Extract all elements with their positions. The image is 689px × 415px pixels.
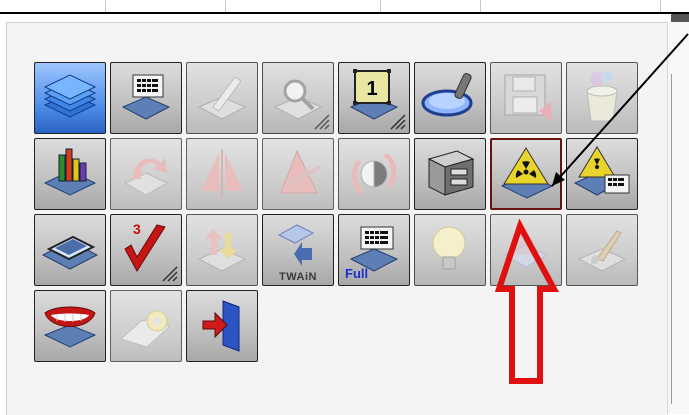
zoom-page-icon	[273, 79, 330, 130]
recycle-bin-icon	[586, 71, 618, 122]
top-bar-segment	[105, 0, 226, 12]
tool-settings-gear[interactable]	[110, 290, 182, 362]
tool-mirror[interactable]	[186, 138, 258, 210]
pencil-edit-icon	[197, 76, 247, 120]
tool-scanner-drawer[interactable]	[414, 138, 486, 210]
tool-film[interactable]	[34, 214, 106, 286]
top-bar-segment	[225, 0, 381, 12]
rotate-icon	[123, 157, 169, 196]
save-disk-icon	[504, 74, 551, 121]
ruler-triangle-icon	[280, 149, 322, 194]
tool-flip-rotate[interactable]	[338, 138, 410, 210]
radiation-page-icon	[500, 147, 554, 199]
tool-exit-door[interactable]	[186, 290, 258, 362]
tool-swap-arrows[interactable]	[186, 214, 258, 286]
tool-radiation-page[interactable]	[490, 138, 562, 210]
page-number-label: 1	[366, 78, 377, 100]
tool-save-disk[interactable]	[490, 62, 562, 134]
tool-recycle-bin[interactable]	[566, 62, 638, 134]
tool-pencil-edit[interactable]	[186, 62, 258, 134]
smile-mouth-icon	[43, 306, 97, 348]
flip-rotate-icon	[351, 152, 397, 196]
exit-door-icon	[202, 300, 240, 352]
brush-icon	[577, 230, 627, 272]
tool-grid: 1 3 TWAiN Full	[32, 60, 646, 366]
film-icon	[41, 235, 99, 270]
checkmark-three-icon	[124, 224, 178, 282]
mirror-icon	[201, 149, 243, 197]
stack-pages-icon	[43, 74, 97, 118]
side-panel-divider	[671, 74, 689, 404]
top-bar-segment	[380, 0, 481, 12]
top-bar-segment	[480, 0, 661, 12]
tool-zoom-page[interactable]	[262, 62, 334, 134]
tool-magnifier[interactable]	[414, 62, 486, 134]
chart-icon	[43, 148, 97, 196]
tool-ruler-triangle[interactable]	[262, 138, 334, 210]
settings-gear-icon	[120, 310, 170, 348]
tool-twain-source[interactable]: TWAiN	[262, 214, 334, 286]
tool-page-number[interactable]: 1	[338, 62, 410, 134]
blank-page-icon	[503, 225, 549, 268]
lightbulb-icon	[432, 226, 466, 270]
twain-label: TWAiN	[279, 271, 317, 283]
tool-stack-pages[interactable]	[34, 62, 106, 134]
full-label: Full	[345, 266, 369, 281]
tool-smile-mouth[interactable]	[34, 290, 106, 362]
tool-full-keyboard[interactable]: Full	[338, 214, 410, 286]
tool-rotate[interactable]	[110, 138, 182, 210]
scanner-drawer-icon	[427, 150, 475, 196]
radiation-keyboard-icon	[573, 146, 630, 196]
tool-radiation-keyboard[interactable]	[566, 138, 638, 210]
swap-arrows-icon	[197, 229, 247, 272]
side-panel-edge	[667, 22, 689, 414]
magnifier-icon	[421, 73, 473, 117]
tool-brush[interactable]	[566, 214, 638, 286]
top-bar	[0, 0, 689, 14]
tool-chart[interactable]	[34, 138, 106, 210]
tool-blank-page[interactable]	[490, 214, 562, 286]
tool-keyboard-scan[interactable]	[110, 62, 182, 134]
tool-checkmark-three[interactable]: 3	[110, 214, 182, 286]
top-bar-segment	[0, 0, 106, 12]
page-number-icon: 1	[349, 69, 406, 130]
keyboard-scan-icon	[121, 74, 171, 120]
tool-lightbulb[interactable]	[414, 214, 486, 286]
